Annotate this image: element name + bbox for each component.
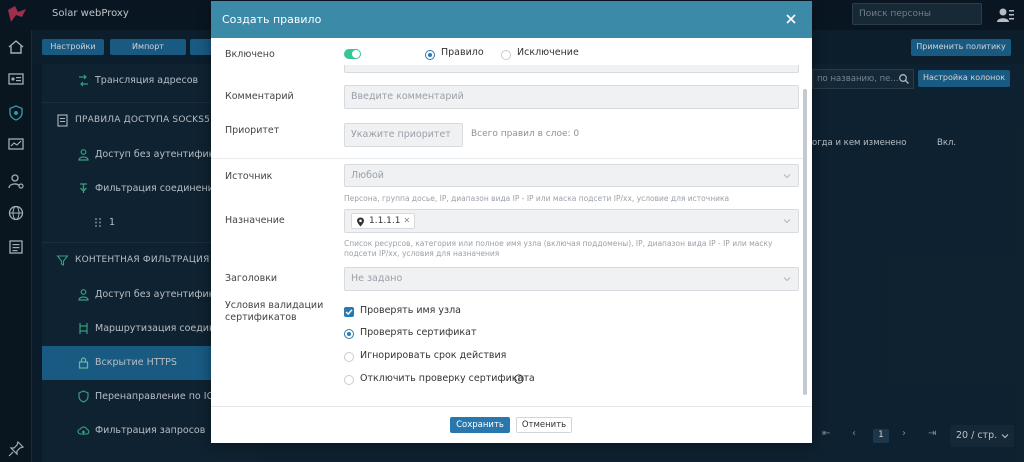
close-icon[interactable] <box>783 11 799 27</box>
cert-option-verify-label: Проверять сертификат <box>360 327 477 338</box>
enabled-label: Включено <box>225 49 275 60</box>
chevron-down-icon <box>783 174 791 179</box>
location-pin-icon <box>357 217 364 227</box>
cert-option-ignore-expiry-radio[interactable] <box>344 352 354 362</box>
headers-label: Заголовки <box>225 273 278 284</box>
headers-select[interactable]: Не задано <box>344 267 799 291</box>
checkmark-icon <box>345 309 353 315</box>
source-value: Любой <box>351 170 384 181</box>
chevron-down-icon <box>783 277 791 282</box>
dialog-title: Создать правило <box>222 13 322 26</box>
source-label: Источник <box>225 171 273 182</box>
dialog-header: Создать правило <box>211 1 812 38</box>
rule-type-exception-radio[interactable] <box>501 50 511 60</box>
destination-tag-label: 1.1.1.1 <box>369 216 401 226</box>
cancel-button[interactable]: Отменить <box>516 417 572 433</box>
source-hint: Персона, группа досье, IP, диапазон вида… <box>344 194 730 203</box>
enabled-toggle[interactable] <box>344 49 361 59</box>
info-icon[interactable] <box>514 374 524 384</box>
cert-option-disable-radio[interactable] <box>344 375 354 385</box>
cert-option-verify-radio[interactable] <box>344 329 354 339</box>
comment-input[interactable]: Введите комментарий <box>344 85 799 109</box>
headers-value: Не задано <box>351 273 403 284</box>
rule-type-exception-label: Исключение <box>517 47 579 58</box>
destination-label: Назначение <box>225 215 285 226</box>
chevron-down-icon <box>783 219 791 224</box>
rule-type-rule-label: Правило <box>441 47 484 58</box>
dialog-scrollbar[interactable] <box>803 89 807 395</box>
priority-note: Всего правил в слое: 0 <box>471 129 580 139</box>
priority-input[interactable]: Укажите приоритет <box>344 123 463 147</box>
save-button[interactable]: Сохранить <box>450 417 510 433</box>
check-host-checkbox[interactable] <box>344 307 354 317</box>
dialog-footer <box>211 406 812 443</box>
remove-tag-icon[interactable]: ✕ <box>404 216 411 225</box>
create-rule-dialog: Создать правило Включено Правило Исключе… <box>211 1 812 443</box>
cert-option-disable-label: Отключить проверку сертификата <box>360 373 535 384</box>
destination-hint: Список ресурсов, категория или полное им… <box>344 239 773 258</box>
name-field-partial[interactable] <box>344 65 799 73</box>
cert-validation-label: Условия валидации сертификатов <box>225 300 324 323</box>
check-host-label: Проверять имя узла <box>360 305 461 316</box>
destination-tag[interactable]: 1.1.1.1 ✕ <box>351 213 416 229</box>
priority-label: Приоритет <box>225 125 280 136</box>
comment-label: Комментарий <box>225 91 294 102</box>
source-select[interactable]: Любой <box>344 164 799 187</box>
rule-type-rule-radio[interactable] <box>425 50 435 60</box>
cert-option-ignore-expiry-label: Игнорировать срок действия <box>360 350 507 361</box>
section-divider <box>211 158 803 159</box>
